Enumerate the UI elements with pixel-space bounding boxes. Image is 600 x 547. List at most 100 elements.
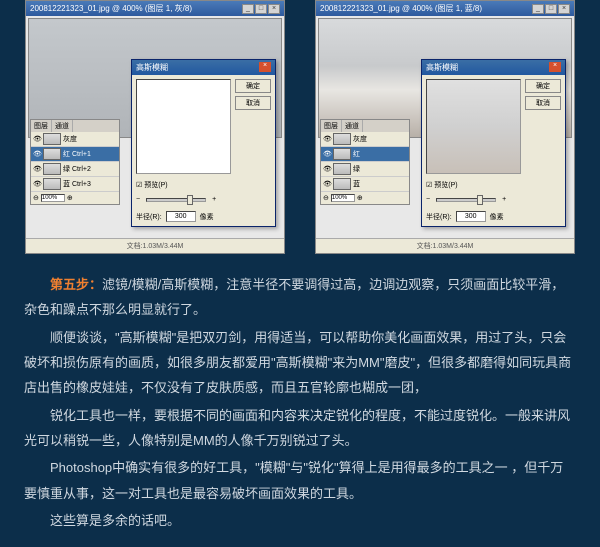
channel-thumb: [43, 163, 61, 175]
minimize-icon[interactable]: _: [242, 4, 254, 14]
visibility-icon[interactable]: 👁: [33, 150, 41, 158]
ok-button[interactable]: 确定: [525, 79, 561, 93]
zoom-out-icon[interactable]: ⊖: [323, 194, 329, 202]
panel-footer: ⊖⊕: [321, 192, 409, 204]
panel-tabs: 图层 通道: [31, 120, 119, 132]
channel-row[interactable]: 👁 蓝Ctrl+3: [31, 177, 119, 192]
slider-thumb[interactable]: [187, 195, 193, 205]
dialog-title: 高斯模糊: [136, 62, 168, 73]
cancel-button[interactable]: 取消: [235, 96, 271, 110]
panel-footer: ⊖⊕: [31, 192, 119, 204]
minimize-icon[interactable]: _: [532, 4, 544, 14]
channels-panel: 图层 通道 👁灰度 👁红 👁绿 👁蓝 ⊖⊕: [320, 119, 410, 205]
window-controls: _□×: [241, 3, 280, 14]
photoshop-window-right: 200812221323_01.jpg @ 400% (图层 1, 蓝/8) _…: [315, 0, 575, 254]
dialog-titlebar: 高斯模糊 ×: [422, 60, 565, 75]
plus-icon[interactable]: +: [502, 196, 506, 203]
channel-name: 灰度: [353, 134, 367, 144]
channel-thumb: [43, 133, 61, 145]
window-title: 200812221323_01.jpg @ 400% (图层 1, 蓝/8): [320, 3, 482, 14]
channel-thumb: [43, 178, 61, 190]
preview-checkbox[interactable]: ☑ 预览(P): [132, 178, 275, 192]
visibility-icon[interactable]: 👁: [323, 150, 331, 158]
paragraph: Photoshop中确实有很多的好工具，"模糊"与"锐化"算得上是用得最多的工具…: [24, 455, 576, 506]
close-icon[interactable]: ×: [259, 62, 271, 72]
paragraph: 顺便谈谈，"高斯模糊"是把双刃剑，用得适当，可以帮助你美化画面效果，用过了头，只…: [24, 325, 576, 401]
visibility-icon[interactable]: 👁: [33, 180, 41, 188]
tab-channels[interactable]: 通道: [52, 120, 73, 132]
step-label: 第五步：: [50, 277, 102, 292]
channel-row[interactable]: 👁红: [321, 147, 409, 162]
channel-row[interactable]: 👁 红Ctrl+1: [31, 147, 119, 162]
channel-thumb: [43, 148, 61, 160]
close-icon[interactable]: ×: [549, 62, 561, 72]
radius-input[interactable]: 300: [166, 211, 196, 222]
paragraph: 这些算是多余的话吧。: [24, 508, 576, 533]
window-controls: _□×: [531, 3, 570, 14]
visibility-icon[interactable]: 👁: [323, 180, 331, 188]
visibility-icon[interactable]: 👁: [323, 135, 331, 143]
slider-thumb[interactable]: [477, 195, 483, 205]
cancel-button[interactable]: 取消: [525, 96, 561, 110]
radius-slider[interactable]: [146, 198, 206, 202]
minus-icon[interactable]: −: [426, 196, 430, 203]
visibility-icon[interactable]: 👁: [323, 165, 331, 173]
minus-icon[interactable]: −: [136, 196, 140, 203]
paragraph: 锐化工具也一样，要根据不同的画面和内容来决定锐化的程度，不能过度锐化。一般来讲风…: [24, 403, 576, 454]
dialog-titlebar: 高斯模糊 ×: [132, 60, 275, 75]
radius-unit: 像素: [200, 212, 214, 222]
maximize-icon[interactable]: □: [255, 4, 267, 14]
radius-input[interactable]: 300: [456, 211, 486, 222]
channel-name: 蓝: [353, 179, 360, 189]
photoshop-window-left: 200812221323_01.jpg @ 400% (图层 1, 灰/8) _…: [25, 0, 285, 254]
channel-name: 蓝: [63, 179, 70, 189]
radius-slider[interactable]: [436, 198, 496, 202]
plus-icon[interactable]: +: [212, 196, 216, 203]
radius-label: 半径(R):: [136, 212, 162, 222]
channel-thumb: [333, 163, 351, 175]
channel-shortcut: Ctrl+3: [72, 181, 91, 188]
step-text: 滤镜/模糊/高斯模糊，注意半径不要调得过高，边调边观察，只须画面比较平滑，杂色和…: [24, 277, 564, 317]
status-bar: 文档:1.03M/3.44M: [316, 238, 574, 253]
channel-name: 绿: [63, 164, 70, 174]
zoom-in-icon[interactable]: ⊕: [67, 194, 73, 202]
channel-thumb: [333, 178, 351, 190]
channel-row[interactable]: 👁 绿Ctrl+2: [31, 162, 119, 177]
screenshot-row: 200812221323_01.jpg @ 400% (图层 1, 灰/8) _…: [0, 0, 600, 254]
dialog-title: 高斯模糊: [426, 62, 458, 73]
channels-panel: 图层 通道 👁灰度 👁红Ctrl+1 👁绿Ctrl+2 👁蓝Ctrl+3 ⊖⊕: [30, 119, 120, 205]
tutorial-text: 第五步：滤镜/模糊/高斯模糊，注意半径不要调得过高，边调边观察，只须画面比较平滑…: [0, 254, 600, 547]
paragraph-step: 第五步：滤镜/模糊/高斯模糊，注意半径不要调得过高，边调边观察，只须画面比较平滑…: [24, 272, 576, 323]
channel-name: 红: [63, 149, 70, 159]
radius-unit: 像素: [490, 212, 504, 222]
panel-tabs: 图层 通道: [321, 120, 409, 132]
visibility-icon[interactable]: 👁: [33, 135, 41, 143]
opacity-field[interactable]: [331, 194, 355, 202]
tab-layers[interactable]: 图层: [31, 120, 52, 132]
blur-preview: [136, 79, 231, 174]
tab-channels[interactable]: 通道: [342, 120, 363, 132]
channel-shortcut: Ctrl+2: [72, 166, 91, 173]
channel-row[interactable]: 👁 灰度: [31, 132, 119, 147]
zoom-in-icon[interactable]: ⊕: [357, 194, 363, 202]
ok-button[interactable]: 确定: [235, 79, 271, 93]
channel-name: 绿: [353, 164, 360, 174]
gaussian-blur-dialog: 高斯模糊× 确定 取消 ☑ 预览(P) − + 半径(R): 300 像素: [421, 59, 566, 227]
preview-checkbox[interactable]: ☑ 预览(P): [422, 178, 565, 192]
channel-shortcut: Ctrl+1: [72, 151, 91, 158]
visibility-icon[interactable]: 👁: [33, 165, 41, 173]
channel-row[interactable]: 👁蓝: [321, 177, 409, 192]
opacity-field[interactable]: [41, 194, 65, 202]
close-icon[interactable]: ×: [558, 4, 570, 14]
close-icon[interactable]: ×: [268, 4, 280, 14]
window-titlebar: 200812221323_01.jpg @ 400% (图层 1, 蓝/8) _…: [316, 1, 574, 16]
zoom-out-icon[interactable]: ⊖: [33, 194, 39, 202]
maximize-icon[interactable]: □: [545, 4, 557, 14]
channel-name: 红: [353, 149, 360, 159]
tab-layers[interactable]: 图层: [321, 120, 342, 132]
window-titlebar: 200812221323_01.jpg @ 400% (图层 1, 灰/8) _…: [26, 1, 284, 16]
channel-row[interactable]: 👁 灰度: [321, 132, 409, 147]
channel-row[interactable]: 👁绿: [321, 162, 409, 177]
channel-thumb: [333, 148, 351, 160]
channel-name: 灰度: [63, 134, 77, 144]
